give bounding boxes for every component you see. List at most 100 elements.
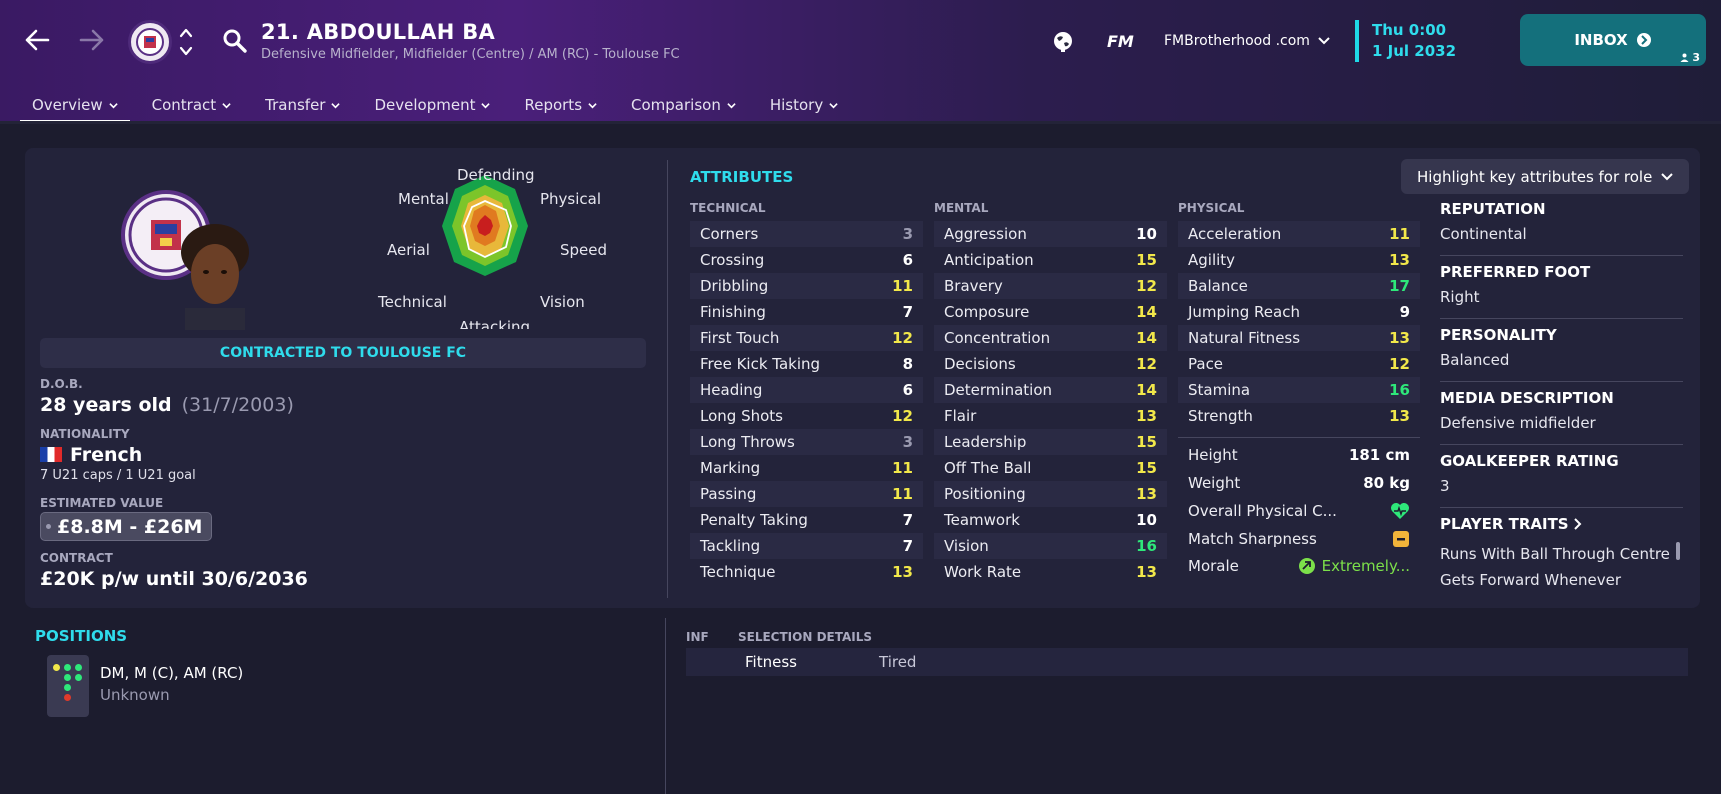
attribute-row[interactable]: Jumping Reach 9 [1178, 299, 1420, 325]
tab-overview[interactable]: Overview [20, 90, 130, 123]
inbox-button[interactable]: INBOX 3 [1520, 14, 1706, 66]
attribute-row[interactable]: Stamina 16 [1178, 377, 1420, 403]
attribute-row[interactable]: Pace 12 [1178, 351, 1420, 377]
tab-transfer[interactable]: Transfer [253, 90, 352, 120]
estimated-value[interactable]: £8.8M - £26M [40, 512, 212, 541]
attribute-row[interactable]: Off The Ball 15 [934, 455, 1167, 481]
attribute-row[interactable]: Vision 16 [934, 533, 1167, 559]
attribute-row[interactable]: Leadership 15 [934, 429, 1167, 455]
tab-contract[interactable]: Contract [140, 90, 244, 120]
nationality-value[interactable]: French [40, 444, 142, 466]
attribute-row[interactable]: Free Kick Taking 8 [690, 351, 923, 377]
chevron-down-icon [331, 102, 341, 108]
contract-value[interactable]: £20K p/w until 30/6/2036 [40, 568, 308, 590]
date-day[interactable]: Thu 0:00 [1372, 21, 1446, 39]
goalkeeper-rating-label: GOALKEEPER RATING [1440, 452, 1619, 470]
attribute-row[interactable]: Crossing 6 [690, 247, 923, 273]
attribute-row[interactable]: Long Throws 3 [690, 429, 923, 455]
position-dot [64, 664, 71, 671]
attribute-value: 13 [1136, 485, 1157, 503]
inbox-label: INBOX [1574, 31, 1628, 49]
condition-label: Overall Physical C... [1188, 501, 1337, 520]
attribute-row[interactable]: Tackling 7 [690, 533, 923, 559]
attribute-value: 13 [1136, 407, 1157, 425]
attribute-row[interactable]: Anticipation 15 [934, 247, 1167, 273]
bottom-divider [665, 618, 666, 794]
tab-bar: Overview Contract Transfer Development R… [20, 90, 860, 123]
attribute-row[interactable]: Dribbling 11 [690, 273, 923, 299]
attribute-row[interactable]: Positioning 13 [934, 481, 1167, 507]
sharpness-row[interactable]: Match Sharpness [1178, 525, 1420, 552]
attribute-row[interactable]: Acceleration 11 [1178, 221, 1420, 247]
club-crest-icon[interactable] [128, 20, 172, 64]
chevron-down-icon [1661, 172, 1673, 180]
attribute-row[interactable]: Marking 11 [690, 455, 923, 481]
tab-comparison[interactable]: Comparison [619, 90, 748, 120]
attribute-row[interactable]: Teamwork 10 [934, 507, 1167, 533]
forward-arrow-icon[interactable] [75, 22, 109, 58]
position-familiarity: Unknown [100, 686, 170, 704]
date-full[interactable]: 1 Jul 2032 [1372, 42, 1456, 60]
tab-label: Overview [32, 96, 103, 114]
attribute-row[interactable]: Finishing 7 [690, 299, 923, 325]
player-switch-icon[interactable] [178, 24, 194, 60]
player-traits-link[interactable]: PLAYER TRAITS [1440, 515, 1582, 533]
position-pitch-icon[interactable] [47, 655, 89, 717]
back-arrow-icon[interactable] [20, 22, 54, 58]
attribute-value: 11 [892, 277, 913, 295]
attribute-name: Long Shots [700, 407, 783, 425]
attribute-name: Dribbling [700, 277, 769, 295]
preferred-foot-label: PREFERRED FOOT [1440, 263, 1591, 281]
attribute-row[interactable]: Composure 14 [934, 299, 1167, 325]
tab-history[interactable]: History [758, 90, 850, 120]
attribute-name: Decisions [944, 355, 1016, 373]
skin-label: FMBrotherhood .com [1164, 33, 1310, 49]
attribute-row[interactable]: Concentration 14 [934, 325, 1167, 351]
attribute-value: 12 [892, 407, 913, 425]
attribute-row[interactable]: Strength 13 [1178, 403, 1420, 429]
side-separator [1440, 318, 1683, 319]
attribute-row[interactable]: Penalty Taking 7 [690, 507, 923, 533]
attribute-name: Teamwork [944, 511, 1020, 529]
chevron-down-icon [588, 102, 597, 108]
attribute-row[interactable]: Decisions 12 [934, 351, 1167, 377]
search-icon[interactable] [222, 28, 248, 54]
tab-reports[interactable]: Reports [512, 90, 609, 120]
physical-column: Acceleration 11 Agility 13 Balance 17 Jumping … [1178, 221, 1420, 429]
user-icon [1680, 53, 1689, 62]
selection-row-value: Tired [879, 653, 917, 671]
attribute-row[interactable]: Passing 11 [690, 481, 923, 507]
attribute-radar-chart[interactable]: Defending Physical Speed Vision Attackin… [370, 158, 620, 329]
fm-logo[interactable]: FM [1107, 32, 1134, 51]
globe-icon[interactable] [1052, 30, 1074, 52]
attribute-name: Agility [1188, 251, 1236, 269]
attribute-row[interactable]: Technique 13 [690, 559, 923, 585]
attribute-row[interactable]: Flair 13 [934, 403, 1167, 429]
radar-label-physical: Physical [540, 190, 602, 208]
highlight-role-dropdown[interactable]: Highlight key attributes for role [1401, 159, 1689, 194]
attribute-row[interactable]: Work Rate 13 [934, 559, 1167, 585]
attribute-row[interactable]: Corners 3 [690, 221, 923, 247]
tab-development[interactable]: Development [362, 90, 502, 120]
attribute-row[interactable]: Aggression 10 [934, 221, 1167, 247]
side-separator [1440, 255, 1683, 256]
attribute-row[interactable]: First Touch 12 [690, 325, 923, 351]
attribute-row[interactable]: Bravery 12 [934, 273, 1167, 299]
attribute-row[interactable]: Balance 17 [1178, 273, 1420, 299]
attribute-row[interactable]: Agility 13 [1178, 247, 1420, 273]
attribute-row[interactable]: Natural Fitness 13 [1178, 325, 1420, 351]
attribute-row[interactable]: Heading 6 [690, 377, 923, 403]
morale-row[interactable]: Morale Extremely... [1178, 552, 1420, 579]
condition-row[interactable]: Overall Physical C... [1178, 497, 1420, 524]
weight-value: 80 kg [1363, 473, 1410, 492]
player-subtitle: Defensive Midfielder, Midfielder (Centre… [261, 47, 680, 62]
attribute-value: 16 [1136, 537, 1157, 555]
side-separator [1440, 444, 1683, 445]
attribute-row[interactable]: Long Shots 12 [690, 403, 923, 429]
panel-divider [667, 160, 668, 598]
tab-label: Transfer [265, 96, 326, 114]
traits-scrollbar[interactable] [1676, 542, 1680, 560]
attribute-row[interactable]: Determination 14 [934, 377, 1167, 403]
skin-selector[interactable]: FMBrotherhood .com [1164, 33, 1330, 49]
height-label: Height [1188, 445, 1238, 464]
